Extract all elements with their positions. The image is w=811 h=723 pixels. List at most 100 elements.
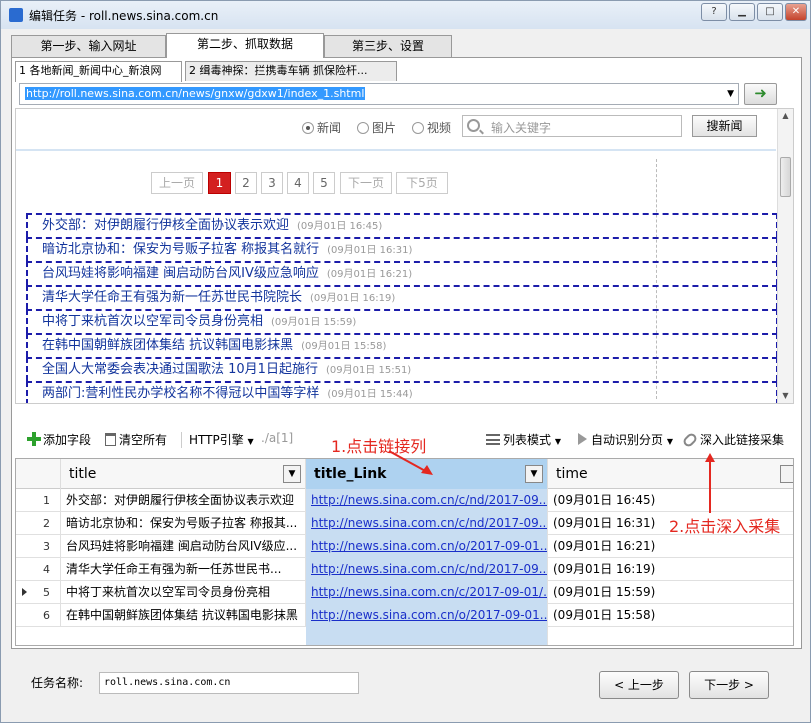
play-icon	[578, 433, 587, 445]
step2-panel: 1 各地新闻_新闻中心_新浪网 2 缉毒神探：拦携毒车辆 抓保险杆... htt…	[11, 57, 802, 649]
search-news-button[interactable]: 搜新闻	[692, 115, 757, 137]
close-button[interactable]: ✕	[785, 3, 807, 21]
chevron-down-icon[interactable]: ▼	[727, 89, 734, 99]
cell-link[interactable]: http://news.sina.com.cn/c/nd/2017-09...	[306, 512, 548, 535]
deep-collect-label: 深入此链接采集	[700, 433, 785, 447]
clear-all-button[interactable]: 清空所有	[105, 431, 167, 448]
list-icon	[486, 434, 500, 445]
radio-images[interactable]: 图片	[357, 119, 396, 136]
cell-link[interactable]: http://news.sina.com.cn/o/2017-09-01...	[306, 604, 548, 627]
chevron-down-icon[interactable]	[780, 465, 793, 483]
divider	[16, 149, 776, 151]
chevron-down-icon[interactable]: ▼	[283, 465, 301, 483]
annotation-arrow-1	[388, 450, 433, 475]
news-link[interactable]: 在韩中国朝鲜族团体集结 抗议韩国电影抹黑	[42, 338, 293, 353]
auto-page-dropdown[interactable]: 自动识别分页 ▼	[578, 431, 673, 448]
news-link[interactable]: 全国人大常委会表决通过国歌法 10月1日起施行	[42, 362, 318, 377]
news-link[interactable]: 两部门:营利性民办学校名称不得冠以中国等字样	[42, 386, 319, 401]
page-2[interactable]: 2	[235, 172, 257, 194]
table-row[interactable]: 6 在韩中国朝鲜族团体集结 抗议韩国电影抹黑 http://news.sina.…	[16, 604, 793, 627]
http-engine-label: HTTP引擎	[189, 433, 244, 447]
page-5[interactable]: 5	[313, 172, 335, 194]
cell-time[interactable]: (09月01日 16:19)	[548, 558, 793, 581]
next-step-button[interactable]: 下一步 >	[689, 671, 769, 699]
page-1[interactable]: 1	[208, 172, 231, 194]
tab-step2[interactable]: 第二步、抓取数据	[166, 33, 324, 58]
http-engine-dropdown[interactable]: HTTP引擎 ▼	[189, 431, 254, 448]
next-page-button[interactable]: 下一页	[340, 172, 392, 194]
list-mode-dropdown[interactable]: 列表模式 ▼	[486, 431, 561, 448]
radio-news[interactable]: 新闻	[302, 119, 341, 136]
list-item[interactable]: 在韩中国朝鲜族团体集结 抗议韩国电影抹黑 (09月01日 15:58)	[26, 333, 778, 357]
news-time: (09月01日 16:31)	[327, 245, 413, 256]
keyword-input[interactable]: 输入关键字	[462, 115, 682, 137]
news-link[interactable]: 清华大学任命王有强为新一任苏世民书院院长	[42, 290, 302, 305]
row-number: 5	[16, 581, 61, 604]
cell-title[interactable]: 清华大学任命王有强为新一任苏世民书...	[61, 558, 306, 581]
minimize-button[interactable]: ▁	[729, 3, 755, 21]
cell-title[interactable]: 在韩中国朝鲜族团体集结 抗议韩国电影抹黑	[61, 604, 306, 627]
news-time: (09月01日 16:45)	[297, 221, 383, 232]
cell-time[interactable]: (09月01日 16:45)	[548, 489, 793, 512]
prev-page-button[interactable]: 上一页	[151, 172, 203, 194]
cell-title[interactable]: 台风玛娃将影响福建 闽启动防台风IV级应...	[61, 535, 306, 558]
plus-icon	[27, 432, 41, 446]
page-4[interactable]: 4	[287, 172, 309, 194]
cell-time[interactable]: (09月01日 15:59)	[548, 581, 793, 604]
table-row[interactable]: 3 台风玛娃将影响福建 闽启动防台风IV级应... http://news.si…	[16, 535, 793, 558]
add-field-button[interactable]: 添加字段	[27, 431, 91, 448]
list-item[interactable]: 外交部：对伊朗履行伊核全面协议表示欢迎 (09月01日 16:45)	[26, 213, 778, 237]
column-header-title[interactable]: title ▼	[61, 459, 306, 489]
page-tab-2[interactable]: 2 缉毒神探：拦携毒车辆 抓保险杆...	[185, 61, 397, 81]
news-link[interactable]: 外交部：对伊朗履行伊核全面协议表示欢迎	[42, 218, 289, 233]
tab-step1[interactable]: 第一步、输入网址	[11, 35, 166, 57]
scroll-thumb[interactable]	[780, 157, 791, 197]
news-link[interactable]: 中将丁来杭首次以空军司令员身份亮相	[42, 314, 263, 329]
cell-link[interactable]: http://news.sina.com.cn/c/nd/2017-09...	[306, 489, 548, 512]
cell-title[interactable]: 中将丁来杭首次以空军司令员身份亮相	[61, 581, 306, 604]
scroll-up-icon[interactable]: ▲	[778, 109, 793, 123]
column-title-label: title	[69, 466, 97, 482]
table-row[interactable]: 5 中将丁来杭首次以空军司令员身份亮相 http://news.sina.com…	[16, 581, 793, 604]
list-item[interactable]: 清华大学任命王有强为新一任苏世民书院院长 (09月01日 16:19)	[26, 285, 778, 309]
news-time: (09月01日 15:44)	[327, 389, 413, 400]
cell-link[interactable]: http://news.sina.com.cn/c/nd/2017-09...	[306, 558, 548, 581]
maximize-button[interactable]: □	[757, 3, 783, 21]
prev-step-button[interactable]: < 上一步	[599, 671, 679, 699]
list-item[interactable]: 台风玛娃将影响福建 闽启动防台风IV级应急响应 (09月01日 16:21)	[26, 261, 778, 285]
row-number: 4	[16, 558, 61, 581]
column-header-time[interactable]: time	[548, 459, 793, 489]
help-button[interactable]: ?	[701, 3, 727, 21]
preview-scrollbar[interactable]: ▲ ▼	[777, 109, 793, 403]
cell-title[interactable]: 外交部：对伊朗履行伊核全面协议表示欢迎	[61, 489, 306, 512]
chevron-down-icon[interactable]: ▼	[525, 465, 543, 483]
radio-dot-icon	[412, 122, 424, 134]
list-item[interactable]: 中将丁来杭首次以空军司令员身份亮相 (09月01日 15:59)	[26, 309, 778, 333]
news-link[interactable]: 暗访北京协和：保安为号贩子拉客 称报其名就行	[42, 242, 319, 257]
row-number: 1	[16, 489, 61, 512]
cell-time[interactable]: (09月01日 15:58)	[548, 604, 793, 627]
news-time: (09月01日 16:19)	[310, 293, 396, 304]
table-row[interactable]: 1 外交部：对伊朗履行伊核全面协议表示欢迎 http://news.sina.c…	[16, 489, 793, 512]
list-item[interactable]: 两部门:营利性民办学校名称不得冠以中国等字样 (09月01日 15:44)	[26, 381, 778, 403]
page-3[interactable]: 3	[261, 172, 283, 194]
cell-link[interactable]: http://news.sina.com.cn/o/2017-09-01...	[306, 535, 548, 558]
next5-page-button[interactable]: 下5页	[396, 172, 448, 194]
cell-link[interactable]: http://news.sina.com.cn/c/2017-09-01/...	[306, 581, 548, 604]
news-link[interactable]: 台风玛娃将影响福建 闽启动防台风IV级应急响应	[42, 266, 319, 281]
keyword-placeholder: 输入关键字	[491, 121, 552, 135]
url-combobox[interactable]: http://roll.news.sina.com.cn/news/gnxw/g…	[19, 83, 739, 105]
table-row[interactable]: 4 清华大学任命王有强为新一任苏世民书... http://news.sina.…	[16, 558, 793, 581]
radio-video[interactable]: 视频	[412, 119, 451, 136]
page-tab-1[interactable]: 1 各地新闻_新闻中心_新浪网	[15, 61, 182, 82]
cell-time[interactable]: (09月01日 16:21)	[548, 535, 793, 558]
list-item[interactable]: 暗访北京协和：保安为号贩子拉客 称报其名就行 (09月01日 16:31)	[26, 237, 778, 261]
deep-collect-button[interactable]: 深入此链接采集	[681, 431, 785, 449]
go-button[interactable]: ➜	[744, 83, 777, 105]
cell-title[interactable]: 暗访北京协和：保安为号贩子拉客 称报其...	[61, 512, 306, 535]
radio-video-label: 视频	[427, 121, 452, 135]
tab-step3[interactable]: 第三步、设置	[324, 35, 452, 57]
scroll-down-icon[interactable]: ▼	[778, 389, 793, 403]
list-item[interactable]: 全国人大常委会表决通过国歌法 10月1日起施行 (09月01日 15:51)	[26, 357, 778, 381]
task-name-input[interactable]: roll.news.sina.com.cn	[99, 672, 359, 694]
